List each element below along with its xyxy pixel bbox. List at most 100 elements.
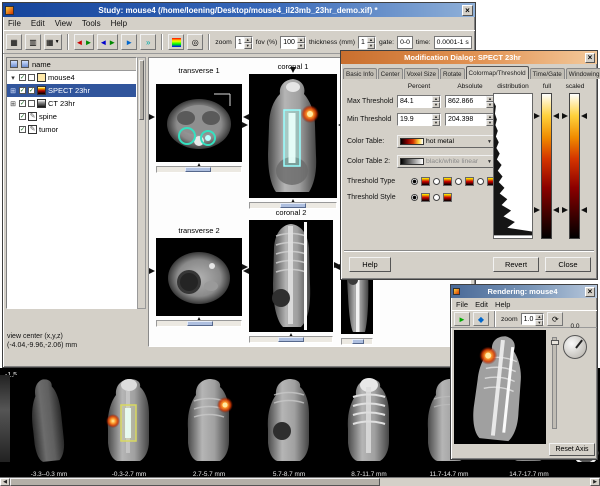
transverse-view-icon[interactable]: ◄► [74,34,95,50]
menu-view[interactable]: View [55,19,72,28]
gate-button[interactable]: 0-0 [397,36,413,49]
layout-single-icon[interactable]: ▦ [6,34,22,50]
thickness-spinbox[interactable]: 1 [358,36,376,49]
fly-through-icon[interactable]: » [140,34,156,50]
scroll-right-icon[interactable]: ▶ [590,478,600,486]
fov-spinbox[interactable]: 100 [280,36,306,49]
interpolation-dropdown[interactable]: ▦▼ [44,34,62,50]
max-threshold-arrow[interactable] [562,113,568,119]
color-table2-combo[interactable]: black/white linear ▼ [397,155,495,168]
render-titlebar[interactable]: Rendering: mouse4 × [451,285,597,298]
max-absolute-value[interactable]: 862.866 [446,96,475,107]
max-threshold-arrow[interactable] [553,113,559,119]
help-button[interactable]: Help [349,257,391,272]
tree-item-mouse4[interactable]: ▾ mouse4 [7,71,136,84]
radio-button[interactable] [433,194,440,201]
transverse1-canvas[interactable] [156,84,242,162]
slider-thumb[interactable] [278,337,304,342]
reset-axis-button[interactable]: Reset Axis [549,443,595,456]
spin-buttons[interactable] [432,96,440,107]
visibility-checkbox[interactable] [28,100,35,107]
transverse1-slice-slider[interactable] [156,166,242,173]
expander-icon[interactable]: ▾ [9,74,17,82]
expander-icon[interactable]: ⊞ [9,87,17,95]
radio-button[interactable] [411,194,418,201]
coronal1-canvas[interactable] [249,74,337,198]
color-table-combo[interactable]: hot metal ▼ [397,135,495,148]
sagittal-view-icon[interactable]: ► [121,34,137,50]
stereo-icon[interactable]: ◆ [473,312,489,326]
coronal2-slice-slider[interactable] [249,336,333,343]
spin-buttons[interactable] [535,314,543,324]
render-canvas[interactable] [454,330,546,444]
max-threshold-arrow[interactable] [581,113,587,119]
max-absolute-spinbox[interactable]: 862.866 [445,95,495,108]
min-absolute-spinbox[interactable]: 204.398 [445,113,495,126]
menu-help[interactable]: Help [495,300,510,309]
spin-buttons[interactable] [244,37,252,48]
max-percent-value[interactable]: 84.1 [398,96,416,107]
time-button[interactable]: 0.0001-1 s [434,36,472,49]
tab-time-gate[interactable]: Time/Gate [530,68,565,79]
scrollbar-thumb[interactable] [10,478,380,486]
menu-edit[interactable]: Edit [31,19,45,28]
menu-help[interactable]: Help [111,19,127,28]
scrollbar-thumb[interactable] [139,60,144,120]
render-axis-slider[interactable] [552,337,557,429]
render-zoom-spinbox[interactable]: 1.0 [521,313,545,325]
transverse2-slice-slider[interactable] [156,320,242,327]
tab-rotate[interactable]: Rotate [440,68,465,79]
min-threshold-arrow[interactable] [534,207,540,213]
render-execute-icon[interactable]: ► [454,312,470,326]
coronal-view-icon[interactable]: ◄► [97,34,118,50]
target-icon[interactable]: ◎ [187,34,203,50]
close-button[interactable]: Close [545,257,591,272]
zoom-spinbox[interactable]: 1 [235,36,253,49]
close-icon[interactable]: × [462,5,473,16]
menu-file[interactable]: File [456,300,468,309]
slider-thumb[interactable] [551,340,559,345]
radio-button[interactable] [477,178,484,185]
slider-thumb[interactable] [187,321,213,326]
study-window-titlebar[interactable]: Study: mouse4 (/home/loening/Desktop/mou… [3,3,475,17]
tree-scrollbar[interactable] [137,57,146,309]
min-threshold-arrow[interactable] [562,207,568,213]
menu-edit[interactable]: Edit [475,300,488,309]
spin-buttons[interactable] [367,37,375,48]
close-icon[interactable]: × [585,53,595,63]
visibility-checkbox[interactable] [28,74,35,81]
visibility-checkbox[interactable] [19,74,26,81]
spin-buttons[interactable] [297,37,305,48]
tab-windowing-prefs[interactable]: Windowing Prefs [566,68,600,79]
visibility-checkbox[interactable] [19,126,26,133]
min-percent-spinbox[interactable]: 19.9 [397,113,441,126]
tree-item-spine[interactable]: ✎ spine [7,110,136,123]
strip-scrollbar[interactable]: ◀ ▶ [0,477,600,486]
tree-item-ct[interactable]: ⊞ CT 23hr [7,97,136,110]
layout-linked-icon[interactable]: ▥ [25,34,41,50]
tab-basic-info[interactable]: Basic Info [343,68,377,79]
transverse2-canvas[interactable] [156,238,242,316]
visibility-checkbox[interactable] [28,87,35,94]
rotation-dial[interactable] [563,335,587,359]
tab-voxel-size[interactable]: Voxel Size [404,68,439,79]
visibility-checkbox[interactable] [19,113,26,120]
menu-tools[interactable]: Tools [82,19,101,28]
scroll-left-icon[interactable]: ◀ [0,478,10,486]
sagittal2-slice-slider[interactable] [341,338,373,345]
coronal2-canvas[interactable] [249,220,333,332]
max-threshold-arrow[interactable] [534,113,540,119]
rotate-icon[interactable]: ⟳ [547,312,563,326]
visibility-checkbox[interactable] [19,87,26,94]
radio-button[interactable] [433,178,440,185]
min-threshold-arrow[interactable] [553,207,559,213]
revert-button[interactable]: Revert [493,257,539,272]
zoom-value[interactable]: 1.0 [522,314,536,324]
dialog-titlebar[interactable]: Modification Dialog: SPECT 23hr × [341,51,597,64]
tree-item-spect[interactable]: ⊞ SPECT 23hr [7,84,136,97]
min-absolute-value[interactable]: 204.398 [446,114,475,125]
zoom-value[interactable]: 1 [236,37,244,48]
radio-button[interactable] [411,178,418,185]
expander-icon[interactable]: ⊞ [9,100,17,108]
tab-colormap-threshold[interactable]: Colormap/Threshold [466,66,529,79]
